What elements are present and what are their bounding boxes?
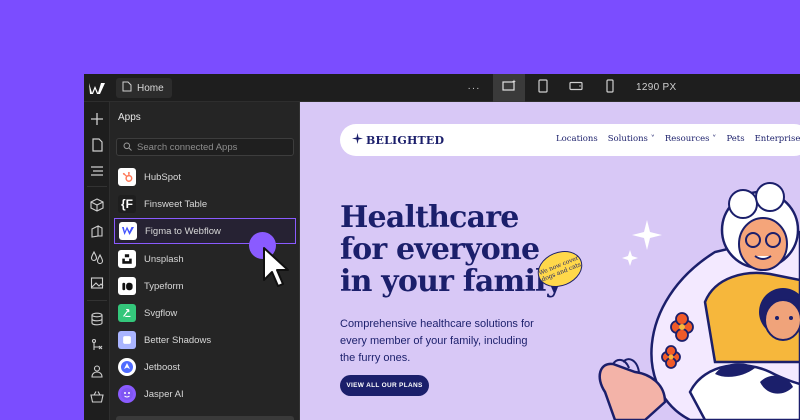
app-item-label: Unsplash — [144, 253, 184, 265]
svgflow-icon — [118, 304, 136, 322]
app-item-better-shadows[interactable]: Better Shadows — [114, 327, 296, 353]
app-item-hubspot[interactable]: HubSpot — [114, 164, 296, 190]
page-selector-home[interactable]: Home — [116, 78, 172, 98]
site-nav-links: Locations Solutions ˅ Resources ˅ Pets E… — [556, 134, 800, 144]
app-item-label: HubSpot — [144, 171, 181, 183]
app-item-label: Finsweet Table — [144, 198, 208, 210]
hero-line: Healthcare — [340, 200, 519, 235]
rail-divider — [87, 300, 107, 301]
app-item-label: Svgflow — [144, 307, 178, 319]
jasper-ai-icon — [118, 385, 136, 403]
site-preview-canvas: BELIGHTED Locations Solutions ˅ Resource… — [300, 102, 800, 420]
nav-link-resources[interactable]: Resources ˅ — [665, 134, 717, 144]
logic-icon[interactable] — [88, 336, 106, 354]
tablet-icon — [536, 78, 550, 98]
panel-title: Apps — [118, 112, 141, 123]
navigator-icon[interactable] — [88, 162, 106, 180]
mouse-pointer-icon — [262, 246, 290, 290]
assets-bag-icon[interactable] — [88, 222, 106, 240]
app-item-jetboost[interactable]: Jetboost — [114, 354, 296, 380]
tablet-landscape-icon — [569, 79, 583, 98]
mobile-icon — [603, 78, 617, 98]
jetboost-icon — [118, 358, 136, 376]
breakpoint-mobile-landscape-button[interactable] — [560, 74, 592, 102]
users-icon[interactable] — [88, 362, 106, 380]
typeform-icon — [118, 277, 136, 295]
page-selector-label: Home — [137, 82, 164, 94]
pages-icon[interactable] — [88, 136, 106, 154]
app-item-label: Jasper AI — [144, 388, 184, 400]
family-illustration — [598, 182, 800, 420]
app-item-svgflow[interactable]: Svgflow — [114, 300, 296, 326]
next-app-item-peek — [116, 416, 294, 420]
site-brand[interactable]: BELIGHTED — [352, 133, 444, 147]
figma-to-webflow-icon — [119, 222, 137, 240]
rail-divider — [87, 186, 107, 187]
cms-icon[interactable] — [88, 310, 106, 328]
hero-subtitle: Comprehensive healthcare solutions for e… — [340, 318, 534, 364]
ecommerce-icon[interactable] — [88, 388, 106, 406]
nav-link-solutions[interactable]: Solutions ˅ — [608, 134, 655, 144]
finsweet-icon: {F — [118, 195, 136, 213]
left-toolbar — [84, 102, 110, 420]
nav-link-enterprise[interactable]: Enterprise — [755, 134, 800, 144]
better-shadows-icon — [118, 331, 136, 349]
hubspot-icon — [118, 168, 136, 186]
app-item-label: Typeform — [144, 280, 184, 292]
app-item-jasper-ai[interactable]: Jasper AI — [114, 381, 296, 407]
search-icon — [123, 138, 132, 156]
breakpoint-desktop-button[interactable] — [493, 74, 525, 102]
images-icon[interactable] — [88, 274, 106, 292]
page-icon — [122, 81, 132, 95]
top-toolbar: Home ··· 1290 PX — [84, 74, 800, 102]
brand-name: BELIGHTED — [366, 133, 445, 147]
webflow-logo-icon[interactable] — [88, 80, 106, 96]
components-icon[interactable] — [88, 196, 106, 214]
sparkle-logo-icon — [352, 133, 363, 147]
app-item-finsweet-table[interactable]: {F Finsweet Table — [114, 191, 296, 217]
more-label: ··· — [467, 82, 481, 94]
breakpoint-tablet-button[interactable] — [527, 74, 559, 102]
add-icon[interactable] — [88, 110, 106, 128]
view-plans-button[interactable]: VIEW ALL OUR PLANS — [340, 375, 429, 396]
desktop-star-icon — [502, 79, 516, 98]
swatches-icon[interactable] — [88, 248, 106, 266]
app-item-label: Figma to Webflow — [145, 225, 221, 237]
app-item-label: Jetboost — [144, 361, 180, 373]
app-item-label: Better Shadows — [144, 334, 212, 346]
nav-link-locations[interactable]: Locations — [556, 134, 598, 144]
canvas-width-readout: 1290 PX — [636, 82, 677, 93]
site-navbar: BELIGHTED Locations Solutions ˅ Resource… — [340, 124, 800, 156]
unsplash-icon — [118, 250, 136, 268]
breakpoint-mobile-button[interactable] — [594, 74, 626, 102]
more-options-button[interactable]: ··· — [458, 74, 490, 102]
nav-link-pets[interactable]: Pets — [726, 134, 744, 144]
search-apps-field[interactable] — [116, 138, 294, 156]
search-input[interactable] — [137, 141, 287, 153]
